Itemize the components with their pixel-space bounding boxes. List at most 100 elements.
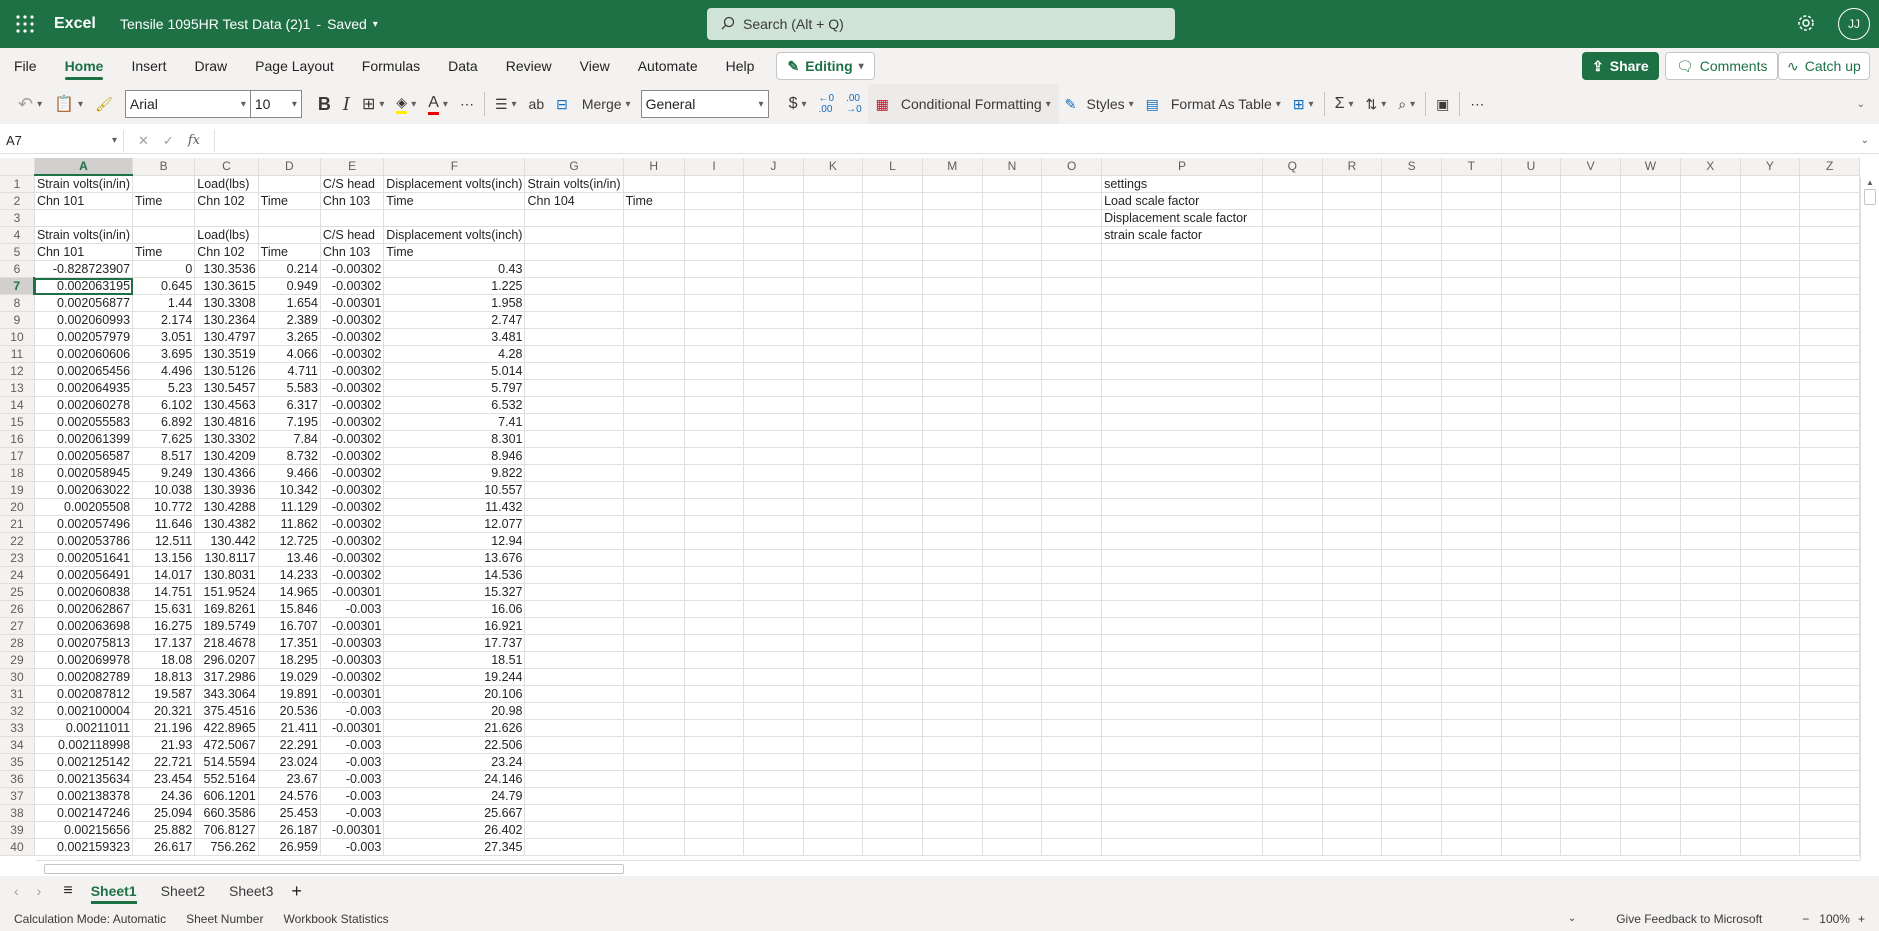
- cell-j39[interactable]: [743, 821, 804, 839]
- cell-v32[interactable]: [1560, 702, 1621, 720]
- cell-c21[interactable]: 130.4382: [194, 515, 259, 533]
- cell-x25[interactable]: [1680, 583, 1741, 601]
- cell-t1[interactable]: [1441, 175, 1502, 193]
- cell-d5[interactable]: Time: [258, 243, 321, 261]
- cell-h35[interactable]: [623, 753, 685, 771]
- tab-data[interactable]: Data: [434, 48, 492, 84]
- cell-v25[interactable]: [1560, 583, 1621, 601]
- cell-j5[interactable]: [743, 243, 804, 261]
- cell-o36[interactable]: [1041, 770, 1103, 788]
- tab-draw[interactable]: Draw: [180, 48, 241, 84]
- cell-l28[interactable]: [862, 634, 923, 652]
- cell-h21[interactable]: [623, 515, 685, 533]
- undo-button[interactable]: ↶ ▾: [12, 88, 48, 120]
- cell-b30[interactable]: 18.813: [132, 668, 196, 686]
- cell-k4[interactable]: [803, 226, 864, 244]
- cell-h23[interactable]: [623, 549, 685, 567]
- cell-w6[interactable]: [1620, 260, 1681, 278]
- row-header[interactable]: 28: [0, 634, 35, 652]
- cell-c17[interactable]: 130.4209: [194, 447, 259, 465]
- cell-o21[interactable]: [1041, 515, 1103, 533]
- cell-t20[interactable]: [1441, 498, 1502, 516]
- cell-m2[interactable]: [922, 192, 983, 210]
- cell-h8[interactable]: [623, 294, 685, 312]
- cell-y10[interactable]: [1740, 328, 1801, 346]
- cell-v18[interactable]: [1560, 464, 1621, 482]
- cell-e13[interactable]: -0.00302: [320, 379, 385, 397]
- cell-d40[interactable]: 26.959: [258, 838, 321, 856]
- cell-o10[interactable]: [1041, 328, 1103, 346]
- cell-p13[interactable]: [1101, 379, 1263, 397]
- cell-f3[interactable]: [383, 209, 526, 227]
- cell-r34[interactable]: [1322, 736, 1383, 754]
- add-sheet-icon[interactable]: +: [291, 881, 302, 902]
- cell-r18[interactable]: [1322, 464, 1383, 482]
- cell-g25[interactable]: [524, 583, 624, 601]
- cell-y7[interactable]: [1740, 277, 1801, 295]
- cell-b40[interactable]: 26.617: [132, 838, 196, 856]
- cell-t34[interactable]: [1441, 736, 1502, 754]
- cell-v24[interactable]: [1560, 566, 1621, 584]
- cell-i35[interactable]: [684, 753, 745, 771]
- cell-c39[interactable]: 706.8127: [194, 821, 259, 839]
- cell-u8[interactable]: [1501, 294, 1562, 312]
- cell-l34[interactable]: [862, 736, 923, 754]
- cell-b11[interactable]: 3.695: [132, 345, 196, 363]
- cell-f22[interactable]: 12.94: [383, 532, 526, 550]
- cell-l2[interactable]: [862, 192, 923, 210]
- cell-p6[interactable]: [1101, 260, 1263, 278]
- cell-j40[interactable]: [743, 838, 804, 856]
- cell-k32[interactable]: [803, 702, 864, 720]
- cell-y17[interactable]: [1740, 447, 1801, 465]
- cell-w14[interactable]: [1620, 396, 1681, 414]
- cell-d8[interactable]: 1.654: [258, 294, 321, 312]
- cell-e33[interactable]: -0.00301: [320, 719, 385, 737]
- cell-w13[interactable]: [1620, 379, 1681, 397]
- cell-s10[interactable]: [1381, 328, 1443, 346]
- cell-q5[interactable]: [1262, 243, 1323, 261]
- cell-l1[interactable]: [862, 175, 923, 193]
- cell-f37[interactable]: 24.79: [383, 787, 526, 805]
- cell-a13[interactable]: 0.002064935: [34, 379, 134, 397]
- cell-e36[interactable]: -0.003: [320, 770, 385, 788]
- cell-c2[interactable]: Chn 102: [194, 192, 259, 210]
- cell-y21[interactable]: [1740, 515, 1801, 533]
- cell-t31[interactable]: [1441, 685, 1502, 703]
- cell-x14[interactable]: [1680, 396, 1741, 414]
- cell-e34[interactable]: -0.003: [320, 736, 385, 754]
- cell-a8[interactable]: 0.002056877: [34, 294, 134, 312]
- cell-q3[interactable]: [1262, 209, 1323, 227]
- cell-b31[interactable]: 19.587: [132, 685, 196, 703]
- cell-h25[interactable]: [623, 583, 685, 601]
- cell-n7[interactable]: [982, 277, 1043, 295]
- cell-m11[interactable]: [922, 345, 983, 363]
- cell-f19[interactable]: 10.557: [383, 481, 526, 499]
- cell-d32[interactable]: 20.536: [258, 702, 321, 720]
- cell-b4[interactable]: [132, 226, 196, 244]
- cell-w15[interactable]: [1620, 413, 1681, 431]
- cell-v17[interactable]: [1560, 447, 1621, 465]
- cell-i13[interactable]: [684, 379, 745, 397]
- cell-i14[interactable]: [684, 396, 745, 414]
- cell-d10[interactable]: 3.265: [258, 328, 321, 346]
- cell-h20[interactable]: [623, 498, 685, 516]
- row-header[interactable]: 37: [0, 787, 35, 805]
- cell-c30[interactable]: 317.2986: [194, 668, 259, 686]
- cell-y27[interactable]: [1740, 617, 1801, 635]
- cell-q8[interactable]: [1262, 294, 1323, 312]
- cell-q12[interactable]: [1262, 362, 1323, 380]
- cell-n38[interactable]: [982, 804, 1043, 822]
- cell-q30[interactable]: [1262, 668, 1323, 686]
- cell-b26[interactable]: 15.631: [132, 600, 196, 618]
- editing-mode-button[interactable]: ✎ Editing ▾: [776, 52, 875, 80]
- cell-k21[interactable]: [803, 515, 864, 533]
- column-header-q[interactable]: Q: [1262, 158, 1323, 176]
- cell-s35[interactable]: [1381, 753, 1443, 771]
- cell-p7[interactable]: [1101, 277, 1263, 295]
- cell-d38[interactable]: 25.453: [258, 804, 321, 822]
- cell-c8[interactable]: 130.3308: [194, 294, 259, 312]
- cell-t24[interactable]: [1441, 566, 1502, 584]
- scroll-up-icon[interactable]: ▲: [1861, 178, 1879, 187]
- cell-w22[interactable]: [1620, 532, 1681, 550]
- cell-d21[interactable]: 11.862: [258, 515, 321, 533]
